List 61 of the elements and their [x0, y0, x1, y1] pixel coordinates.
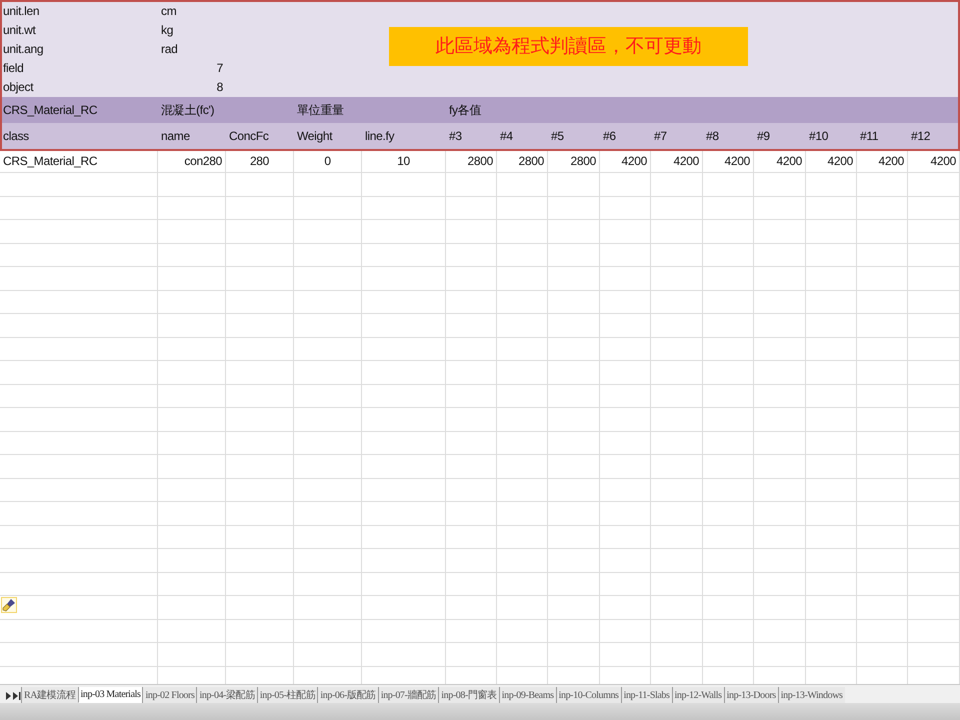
column-header: #11: [859, 128, 880, 144]
column-header: #12: [910, 128, 932, 144]
table-cell: 4200: [857, 151, 908, 172]
meta-value: kg: [160, 22, 174, 39]
table-cell: 4200: [651, 151, 703, 172]
table-cell: 4200: [600, 151, 651, 172]
column-header: #3: [448, 128, 463, 144]
sheet-tab[interactable]: inp-08-門窗表: [438, 687, 499, 703]
column-header: #10: [808, 128, 830, 144]
sheet-tab[interactable]: inp-13-Windows: [778, 687, 845, 703]
table-cell: CRS_Material_RC: [0, 151, 158, 172]
column-header: #9: [756, 128, 771, 144]
meta-value: cm: [160, 3, 178, 20]
table-cell: 2800: [446, 151, 497, 172]
sheet-tab[interactable]: inp-13-Doors: [724, 687, 778, 703]
column-header: ConcFc: [228, 128, 270, 144]
table-cell: 0: [294, 151, 362, 172]
column-header: #8: [705, 128, 720, 144]
paintbrush-icon[interactable]: [1, 597, 17, 613]
meta-value: 7: [216, 60, 224, 77]
group-header: fy各值: [448, 102, 482, 118]
table-cell: con280: [158, 151, 226, 172]
sheet-tab[interactable]: inp-06-版配筋: [317, 687, 378, 703]
last-sheet-icon[interactable]: [12, 689, 21, 703]
column-header: #4: [499, 128, 514, 144]
table-cell: 4200: [908, 151, 960, 172]
sheet-tab[interactable]: inp-12-Walls: [672, 687, 724, 703]
meta-label: unit.wt: [2, 22, 37, 39]
meta-label: field: [2, 60, 25, 77]
column-header: line.fy: [364, 128, 396, 144]
group-header: 單位重量: [296, 102, 345, 118]
sheet-tab[interactable]: inp-04-梁配筋: [196, 687, 257, 703]
column-header: #7: [653, 128, 668, 144]
table-cell: 10: [362, 151, 446, 172]
meta-label: object: [2, 79, 34, 96]
sheet-tab[interactable]: RA建模流程: [21, 687, 78, 703]
meta-label: unit.ang: [2, 41, 44, 58]
sheet-tab[interactable]: inp-07-牆配筋: [378, 687, 438, 703]
sheet-tab[interactable]: inp-02 Floors: [142, 687, 196, 703]
group-header: CRS_Material_RC: [2, 102, 98, 118]
sheet-tab[interactable]: inp-03 Materials: [78, 687, 142, 703]
table-cell: 2800: [548, 151, 600, 172]
sheet-tab[interactable]: inp-10-Columns: [556, 687, 621, 703]
sheet-tab[interactable]: inp-05-柱配筋: [256, 687, 318, 703]
column-header: Weight: [296, 128, 334, 144]
table-cell: 4200: [703, 151, 754, 172]
notice-banner: 此區域為程式判讀區，不可更動: [389, 27, 748, 66]
group-header: 混凝土(fc'): [160, 102, 216, 118]
table-cell: 2800: [497, 151, 548, 172]
table-cell: 280: [226, 151, 294, 172]
meta-label: unit.len: [2, 3, 40, 20]
meta-value: rad: [160, 41, 178, 58]
table-cell: 4200: [754, 151, 806, 172]
column-header: name: [160, 128, 191, 144]
column-header: #6: [602, 128, 617, 144]
sheet-tab[interactable]: inp-11-Slabs: [620, 687, 672, 703]
table-cell: 4200: [806, 151, 857, 172]
meta-value: 8: [216, 79, 224, 96]
sheet-tab[interactable]: inp-09-Beams: [498, 687, 556, 703]
column-header: #5: [550, 128, 565, 144]
column-header: class: [2, 128, 30, 144]
